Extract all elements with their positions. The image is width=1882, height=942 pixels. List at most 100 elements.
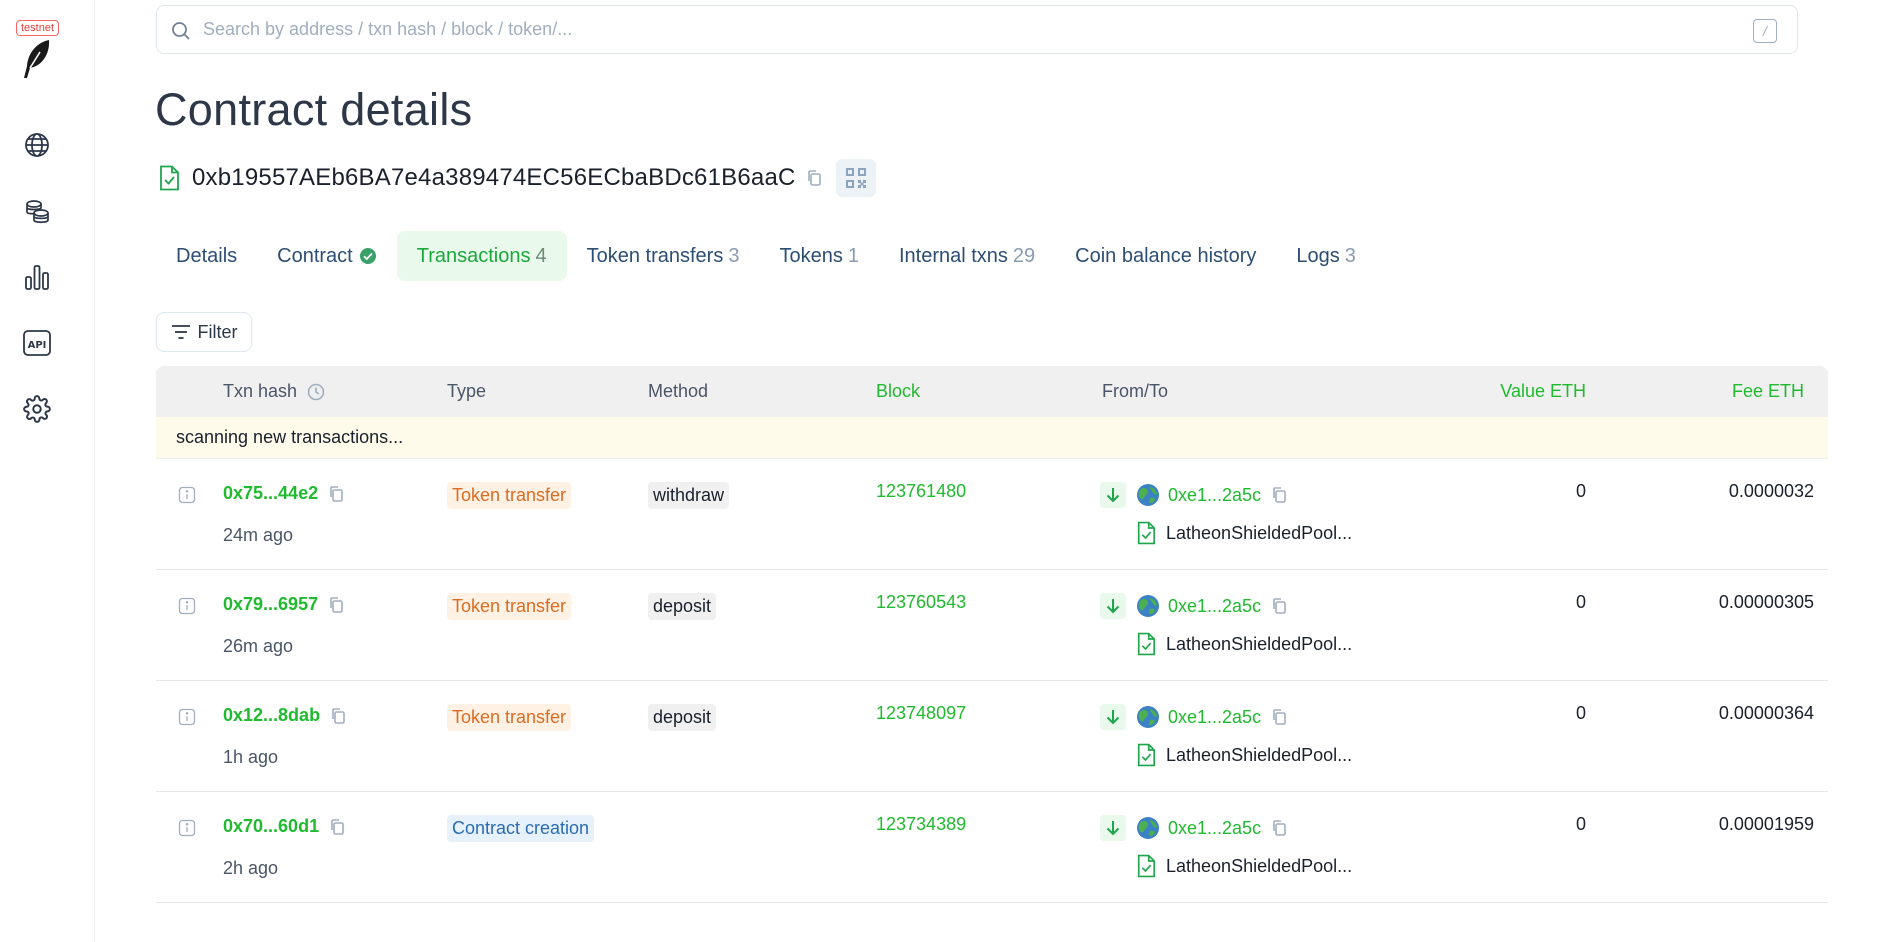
sidebar: testnet API bbox=[0, 0, 95, 942]
tab-bar: Details Contract Transactions 4 Token tr… bbox=[156, 231, 1376, 281]
qr-code-button[interactable] bbox=[835, 159, 876, 197]
from-to: 0xe1...2a5c LatheonShieldedPool... bbox=[1100, 590, 1352, 658]
coins-icon[interactable] bbox=[22, 196, 52, 226]
info-icon[interactable] bbox=[178, 486, 196, 509]
tab-logs[interactable]: Logs 3 bbox=[1276, 231, 1376, 281]
arrow-down-icon bbox=[1100, 704, 1126, 730]
block-link[interactable]: 123760543 bbox=[876, 592, 966, 613]
block-link[interactable]: 123734389 bbox=[876, 814, 966, 835]
txn-age: 2h ago bbox=[223, 858, 279, 878]
contract-file-icon bbox=[1137, 521, 1155, 545]
type-badge: Token transfer bbox=[447, 593, 572, 620]
table-row: 0x75...44e2 24m ago Token transfer withd… bbox=[156, 459, 1828, 570]
fee-eth: 0.00000364 bbox=[1718, 703, 1814, 723]
value-eth: 0 bbox=[1575, 481, 1586, 501]
globe-icon[interactable] bbox=[22, 130, 52, 160]
verified-check-icon bbox=[359, 247, 377, 265]
from-address-link[interactable]: 0xe1...2a5c bbox=[1168, 707, 1261, 728]
api-icon[interactable]: API bbox=[22, 328, 52, 358]
filter-button[interactable]: Filter bbox=[156, 312, 252, 352]
copy-hash-icon[interactable] bbox=[328, 485, 344, 503]
header-method: Method bbox=[648, 381, 709, 401]
transactions-table: Txn hash Type Method Block From/To Value… bbox=[156, 366, 1828, 903]
to-contract-link[interactable]: LatheonShieldedPool... bbox=[1166, 856, 1352, 877]
info-icon[interactable] bbox=[178, 819, 196, 842]
block-link[interactable]: 123748097 bbox=[876, 703, 966, 724]
copy-from-icon[interactable] bbox=[1271, 708, 1287, 726]
txn-hash: 0x79...6957 bbox=[223, 594, 344, 615]
from-address-link[interactable]: 0xe1...2a5c bbox=[1168, 818, 1261, 839]
txn-age: 1h ago bbox=[223, 747, 279, 767]
txn-hash-link[interactable]: 0x75...44e2 bbox=[223, 483, 318, 504]
txn-hash-link[interactable]: 0x12...8dab bbox=[223, 705, 320, 726]
globe-avatar-icon bbox=[1137, 595, 1159, 617]
arrow-down-icon bbox=[1100, 482, 1126, 508]
header-value: Value ETH bbox=[1500, 381, 1586, 401]
tab-tokens[interactable]: Tokens 1 bbox=[759, 231, 879, 281]
stats-icon[interactable] bbox=[22, 262, 52, 292]
gear-icon[interactable] bbox=[22, 394, 52, 424]
to-contract-link[interactable]: LatheonShieldedPool... bbox=[1166, 523, 1352, 544]
testnet-badge: testnet bbox=[16, 20, 60, 36]
header-fee: Fee ETH bbox=[1731, 381, 1804, 401]
method-badge: deposit bbox=[648, 593, 717, 620]
contract-file-icon bbox=[160, 165, 179, 191]
search-icon bbox=[172, 22, 190, 40]
fee-eth: 0.00000305 bbox=[1718, 592, 1814, 612]
txn-age: 24m ago bbox=[223, 525, 294, 545]
type-badge: Contract creation bbox=[447, 815, 595, 842]
from-to: 0xe1...2a5c LatheonShieldedPool... bbox=[1100, 479, 1352, 547]
txn-hash: 0x75...44e2 bbox=[223, 483, 344, 504]
tab-coin-balance-history[interactable]: Coin balance history bbox=[1055, 231, 1276, 281]
value-eth: 0 bbox=[1575, 703, 1586, 723]
from-address-link[interactable]: 0xe1...2a5c bbox=[1168, 485, 1261, 506]
info-icon[interactable] bbox=[178, 597, 196, 620]
txn-hash: 0x12...8dab bbox=[223, 705, 346, 726]
txn-hash-link[interactable]: 0x70...60d1 bbox=[223, 816, 319, 837]
to-contract-link[interactable]: LatheonShieldedPool... bbox=[1166, 634, 1352, 655]
globe-avatar-icon bbox=[1137, 484, 1159, 506]
contract-file-icon bbox=[1137, 743, 1155, 767]
fee-eth: 0.00001959 bbox=[1718, 814, 1814, 834]
txn-hash: 0x70...60d1 bbox=[223, 816, 345, 837]
page-title: Contract details bbox=[155, 84, 473, 135]
tab-count: 29 bbox=[1012, 244, 1036, 267]
logo[interactable]: testnet bbox=[16, 18, 62, 78]
contract-address-row: 0xb19557AEb6BA7e4a389474EC56ECbaBDc61B6a… bbox=[158, 159, 876, 197]
tab-details[interactable]: Details bbox=[156, 231, 257, 281]
copy-hash-icon[interactable] bbox=[328, 596, 344, 614]
search-shortcut-key: / bbox=[1753, 19, 1777, 43]
clock-icon[interactable] bbox=[307, 383, 325, 401]
table-row: 0x70...60d1 2h ago Contract creation 123… bbox=[156, 792, 1828, 903]
tab-contract[interactable]: Contract bbox=[257, 231, 397, 281]
copy-from-icon[interactable] bbox=[1271, 819, 1287, 837]
header-from-to: From/To bbox=[1102, 381, 1169, 401]
txn-hash-link[interactable]: 0x79...6957 bbox=[223, 594, 318, 615]
from-address-link[interactable]: 0xe1...2a5c bbox=[1168, 596, 1261, 617]
type-badge: Token transfer bbox=[447, 482, 572, 509]
search-input[interactable] bbox=[203, 19, 1743, 40]
tab-transactions[interactable]: Transactions 4 bbox=[396, 231, 567, 281]
feather-logo-icon bbox=[24, 40, 50, 78]
table-row: 0x12...8dab 1h ago Token transfer deposi… bbox=[156, 681, 1828, 792]
globe-avatar-icon bbox=[1137, 817, 1159, 839]
svg-text:API: API bbox=[28, 340, 47, 351]
info-icon[interactable] bbox=[178, 708, 196, 731]
globe-avatar-icon bbox=[1137, 706, 1159, 728]
copy-hash-icon[interactable] bbox=[330, 707, 346, 725]
filter-icon bbox=[171, 325, 190, 339]
contract-address: 0xb19557AEb6BA7e4a389474EC56ECbaBDc61B6a… bbox=[192, 164, 796, 191]
contract-file-icon bbox=[1137, 632, 1155, 656]
copy-hash-icon[interactable] bbox=[329, 818, 345, 836]
tab-count: 3 bbox=[728, 244, 740, 267]
copy-from-icon[interactable] bbox=[1271, 597, 1287, 615]
copy-from-icon[interactable] bbox=[1271, 486, 1287, 504]
copy-address-icon[interactable] bbox=[806, 169, 822, 187]
tab-token-transfers[interactable]: Token transfers 3 bbox=[567, 231, 760, 281]
tab-count: 1 bbox=[847, 244, 859, 267]
block-link[interactable]: 123761480 bbox=[876, 481, 966, 502]
tab-internal-txns[interactable]: Internal txns 29 bbox=[879, 231, 1055, 281]
search-bar: / bbox=[156, 5, 1798, 54]
to-contract-link[interactable]: LatheonShieldedPool... bbox=[1166, 745, 1352, 766]
from-to: 0xe1...2a5c LatheonShieldedPool... bbox=[1100, 812, 1352, 880]
